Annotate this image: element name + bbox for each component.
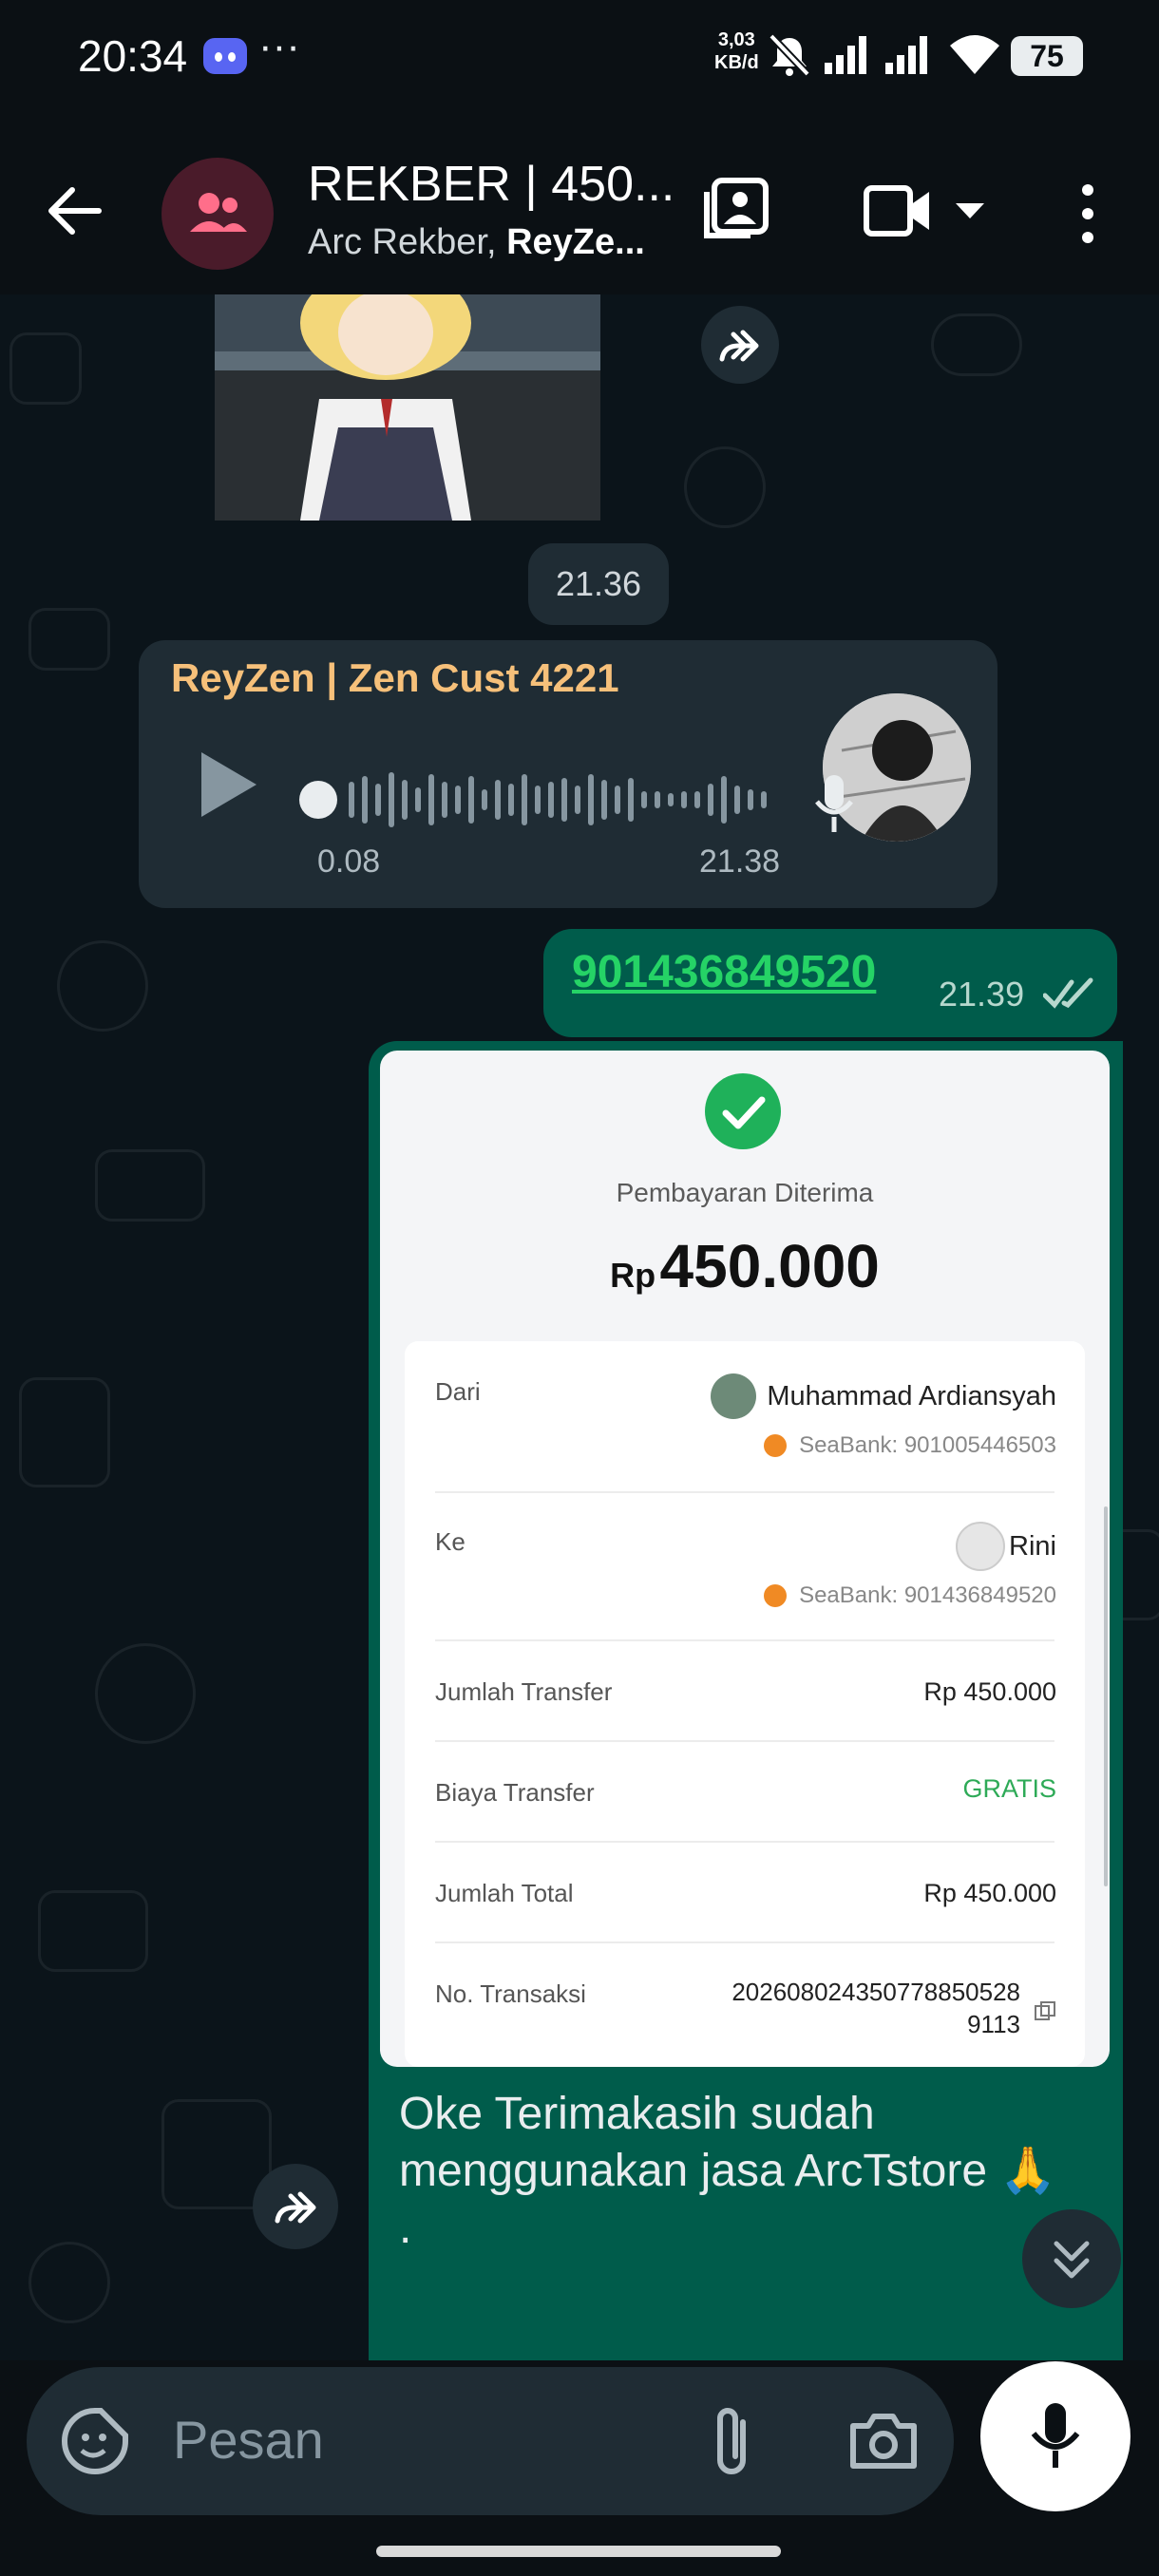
voice-record-button[interactable] bbox=[980, 2361, 1130, 2511]
mic-icon bbox=[1031, 2403, 1080, 2468]
divider bbox=[435, 1941, 1054, 1943]
play-icon[interactable] bbox=[196, 748, 262, 825]
from-avatar bbox=[711, 1373, 756, 1419]
voice-waveform[interactable] bbox=[294, 760, 788, 844]
txn-label: No. Transaksi bbox=[435, 1979, 586, 2008]
time-chip: 21.36 bbox=[528, 543, 669, 625]
wifi-icon bbox=[948, 32, 1001, 81]
txn-line-1: 20260802435077885052​8 bbox=[732, 1978, 1020, 2006]
divider bbox=[435, 1491, 1054, 1493]
attach-icon[interactable] bbox=[709, 2403, 756, 2484]
sticker-icon[interactable] bbox=[61, 2407, 129, 2480]
battery-icon: 75 bbox=[1011, 36, 1083, 76]
sender-name[interactable]: ReyZen | Zen Cust 4221 bbox=[171, 655, 619, 701]
txn-line-2: 9113 bbox=[967, 2010, 1020, 2038]
voice-duration: 0.08 bbox=[317, 843, 381, 880]
wallpaper-doodle bbox=[95, 1149, 205, 1222]
subtitle-bold: ReyZe... bbox=[506, 222, 645, 262]
subtitle-prefix: Arc Rekber, bbox=[308, 222, 507, 262]
wallpaper-doodle bbox=[19, 1377, 110, 1487]
mic-badge-icon bbox=[813, 773, 855, 839]
wallpaper-doodle bbox=[57, 940, 148, 1032]
signal-icon bbox=[823, 34, 870, 81]
forward-button[interactable] bbox=[253, 2164, 338, 2249]
payment-amount: Rp 450.000 bbox=[380, 1231, 1110, 1301]
net-speed-value: 3,03 bbox=[717, 29, 755, 50]
gallery-icon[interactable] bbox=[703, 177, 770, 248]
message-input[interactable]: Pesan bbox=[173, 2409, 324, 2471]
chevron-down-icon[interactable] bbox=[954, 201, 986, 227]
seabank-icon bbox=[764, 1434, 787, 1457]
signal-icon bbox=[884, 34, 931, 81]
row-value: Rp 450.000 bbox=[923, 1879, 1056, 1907]
to-bank: SeaBank: 901436849520 bbox=[799, 1582, 1056, 1608]
message-input-bar[interactable] bbox=[27, 2367, 954, 2515]
wallpaper-doodle bbox=[38, 1890, 148, 1972]
double-chevron-down-icon bbox=[1054, 2241, 1090, 2279]
group-avatar[interactable] bbox=[162, 158, 274, 270]
back-arrow-icon[interactable] bbox=[44, 180, 104, 246]
from-name: Muhammad Ardiansyah bbox=[767, 1381, 1056, 1411]
account-number-link[interactable]: 901436849520 bbox=[572, 946, 876, 998]
voice-time: 21.38 bbox=[699, 843, 781, 880]
seabank-icon bbox=[764, 1584, 787, 1607]
chat-area[interactable]: 21.36 ReyZen | Zen Cust 4221 0.08 21.38 … bbox=[0, 294, 1159, 2360]
divider bbox=[435, 1740, 1054, 1742]
receipt-scrollbar bbox=[1104, 1506, 1108, 1886]
txn-number: 20260802435077885052​8 9113 bbox=[732, 1976, 1020, 2040]
wallpaper-doodle bbox=[28, 608, 110, 671]
discord-icon bbox=[203, 38, 247, 74]
wallpaper-doodle bbox=[28, 2242, 110, 2323]
row-value: Rp 450.000 bbox=[923, 1677, 1056, 1706]
gratis-value: GRATIS bbox=[962, 1774, 1056, 1803]
double-check-icon bbox=[1042, 976, 1096, 1015]
wallpaper-doodle bbox=[10, 332, 82, 405]
message-time: 21.39 bbox=[939, 975, 1025, 1013]
payment-status: Pembayaran Diterima bbox=[616, 1178, 874, 1207]
chat-title[interactable]: REKBER | 450... bbox=[308, 156, 674, 213]
status-overflow-icon: ··· bbox=[258, 23, 300, 69]
row-label: Biaya Transfer bbox=[435, 1778, 595, 1807]
thanks-message-text[interactable]: Oke Terimakasih sudah menggunakan jasa A… bbox=[399, 2086, 1064, 2257]
to-avatar bbox=[956, 1522, 1005, 1571]
group-icon bbox=[190, 193, 247, 232]
row-label: Jumlah Total bbox=[435, 1879, 574, 1907]
row-label: Jumlah Transfer bbox=[435, 1677, 613, 1706]
home-indicator[interactable] bbox=[376, 2546, 781, 2557]
video-call-icon[interactable] bbox=[863, 182, 933, 244]
from-bank: SeaBank: 901005446503 bbox=[799, 1432, 1056, 1458]
forward-button[interactable] bbox=[701, 306, 779, 384]
scroll-to-bottom-button[interactable] bbox=[1022, 2209, 1121, 2308]
forward-icon bbox=[275, 2191, 316, 2224]
copy-icon bbox=[1034, 2000, 1056, 2028]
forward-icon bbox=[719, 330, 759, 362]
divider bbox=[435, 1841, 1054, 1843]
anime-girl-image bbox=[215, 294, 600, 521]
receipt-image[interactable]: Pembayaran Diterima Rp 450.000 Dari Muha… bbox=[380, 1051, 1110, 2067]
wallpaper-doodle bbox=[95, 1643, 196, 1744]
to-name: Rini bbox=[1009, 1531, 1056, 1562]
more-vert-icon[interactable] bbox=[1074, 180, 1102, 252]
status-time: 20:34 bbox=[78, 31, 188, 81]
net-speed: 3,03 KB/d bbox=[714, 28, 759, 74]
chat-subtitle[interactable]: Arc Rekber, ReyZe... bbox=[308, 222, 645, 263]
wallpaper-doodle bbox=[931, 313, 1022, 376]
amount-currency: Rp bbox=[610, 1256, 656, 1295]
checkmark-icon bbox=[705, 1073, 781, 1149]
amount-value: 450.000 bbox=[659, 1232, 880, 1300]
from-label: Dari bbox=[435, 1377, 481, 1406]
net-speed-unit: KB/d bbox=[714, 52, 759, 73]
divider bbox=[435, 1639, 1054, 1641]
camera-icon[interactable] bbox=[847, 2411, 920, 2476]
to-label: Ke bbox=[435, 1527, 466, 1556]
wallpaper-doodle bbox=[684, 446, 766, 528]
image-message[interactable] bbox=[215, 294, 600, 521]
bell-off-icon bbox=[768, 32, 811, 83]
